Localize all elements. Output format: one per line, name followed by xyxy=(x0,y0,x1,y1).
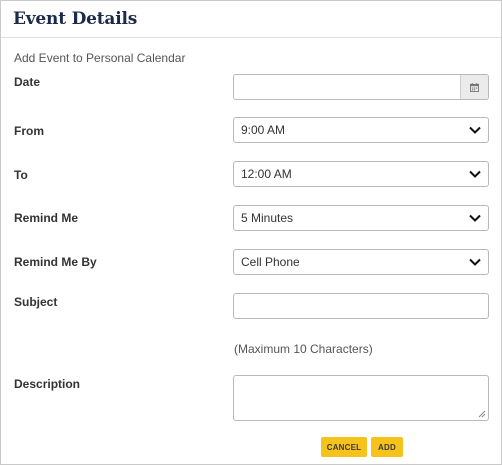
date-label: Date xyxy=(14,75,41,89)
cancel-button[interactable]: CANCEL xyxy=(321,437,367,457)
to-select[interactable]: 12:00 AM xyxy=(233,161,489,187)
chevron-down-icon xyxy=(468,211,482,225)
remind-me-select[interactable]: 5 Minutes xyxy=(233,205,489,231)
title-divider xyxy=(1,37,501,38)
chevron-down-icon xyxy=(468,167,482,181)
date-field[interactable] xyxy=(233,74,489,100)
from-value: 9:00 AM xyxy=(241,123,286,137)
chevron-down-icon xyxy=(468,123,482,137)
dialog-subtitle: Add Event to Personal Calendar xyxy=(14,51,186,65)
remind-me-by-value: Cell Phone xyxy=(241,255,300,269)
to-label: To xyxy=(14,168,28,182)
remind-me-value: 5 Minutes xyxy=(241,211,294,225)
to-value: 12:00 AM xyxy=(241,167,292,181)
description-textarea[interactable] xyxy=(233,375,489,421)
description-label: Description xyxy=(14,377,81,391)
event-details-dialog: Event Details Add Event to Personal Cale… xyxy=(0,0,502,465)
dialog-title: Event Details xyxy=(13,9,138,29)
add-button[interactable]: ADD xyxy=(371,437,403,457)
chevron-down-icon xyxy=(468,255,482,269)
subject-input[interactable] xyxy=(233,293,489,319)
subject-label: Subject xyxy=(14,295,58,309)
calendar-button[interactable] xyxy=(460,75,488,99)
remind-me-by-select[interactable]: Cell Phone xyxy=(233,249,489,275)
subject-hint: (Maximum 10 Characters) xyxy=(234,342,373,356)
remind-me-by-label: Remind Me By xyxy=(14,255,97,269)
resize-grip-icon[interactable] xyxy=(478,410,486,418)
from-select[interactable]: 9:00 AM xyxy=(233,117,489,143)
from-label: From xyxy=(14,124,44,138)
remind-me-label: Remind Me xyxy=(14,211,79,225)
calendar-icon xyxy=(470,82,479,92)
